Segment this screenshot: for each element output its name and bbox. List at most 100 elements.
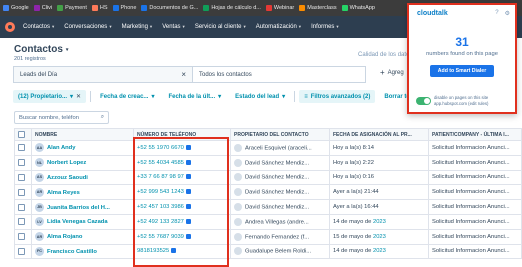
close-icon[interactable]: ×: [181, 70, 186, 79]
avatar: FC: [35, 246, 44, 256]
table-header-row: NOMBRE NÚMERO DE TELÉFONO PROPIETARIO DE…: [14, 128, 522, 141]
advanced-filters-button[interactable]: ≡ Filtros avanzados (2): [299, 90, 376, 103]
nav-item[interactable]: Ventas ▾: [162, 24, 185, 30]
nav-item[interactable]: Conversaciones ▾: [64, 24, 111, 30]
bookmark-icon: [265, 5, 272, 11]
row-select-cell: [14, 169, 32, 186]
row-checkbox[interactable]: [18, 173, 25, 181]
chevron-down-icon: ▾: [282, 94, 286, 100]
help-icon[interactable]: ?: [495, 10, 498, 17]
data-quality-link[interactable]: Calidad de los datos: [358, 52, 412, 58]
column-header-name[interactable]: NOMBRE: [31, 128, 134, 141]
nav-item[interactable]: Servicio al cliente ▾: [195, 24, 246, 30]
row-checkbox[interactable]: [18, 188, 25, 196]
assignment-date-cell: 15 de mayo de 2023: [329, 228, 429, 245]
bookmark-item[interactable]: Clivi: [33, 5, 52, 11]
bookmark-icon: [57, 5, 64, 11]
filter-last-date[interactable]: Fecha de la últ... ▾: [163, 90, 226, 103]
nav-item[interactable]: Contactos ▾: [23, 24, 54, 30]
hubspot-logo-icon[interactable]: [5, 22, 15, 32]
search-input[interactable]: Buscar nombre, teléfon ⌕: [14, 111, 109, 124]
disable-toggle[interactable]: [416, 96, 431, 105]
assignment-date-cell: 14 de mayo de 2023: [329, 243, 429, 260]
filter-owner[interactable]: (12) Propietario... ▾ ✕: [13, 90, 87, 103]
table-row[interactable]: JB Juanita Barrios del H... +52 457 103 39…: [14, 199, 522, 215]
tab-leads-del-dia[interactable]: Leads del Día ×: [13, 66, 193, 83]
owner-name: David Sánchez Mendiz...: [245, 160, 310, 167]
owner-cell: David Sánchez Mendiz...: [230, 199, 330, 215]
page-title[interactable]: Contactos ▾: [14, 44, 68, 55]
table-row[interactable]: AA Alan Andy +52 55 1970 6670 Araceli Esqui…: [14, 140, 522, 156]
contact-name-link[interactable]: Francisco Castillo: [47, 249, 97, 255]
bookmark-item[interactable]: Webinar: [265, 5, 294, 11]
filter-lead-status[interactable]: Estado del lead ▾: [230, 90, 290, 103]
row-checkbox[interactable]: [18, 218, 25, 226]
owner-cell: David Sánchez Mendiz...: [230, 169, 330, 186]
assignment-date-cell: Hoy a la(s) 0:16: [329, 169, 429, 186]
bookmark-item[interactable]: Phone: [112, 5, 136, 11]
contact-name-link[interactable]: Juanita Barrios del H...: [47, 205, 110, 211]
contact-name-link[interactable]: Norbert Lopez: [47, 160, 86, 166]
select-all-cell: [14, 128, 32, 141]
assignment-date: 14 de mayo de: [333, 248, 372, 255]
contact-name-link[interactable]: Azzouz Saoudi: [47, 175, 88, 181]
avatar: NL: [35, 158, 44, 168]
nav-item[interactable]: Marketing ▾: [122, 24, 153, 30]
owner-name: David Sánchez Mendiz...: [245, 175, 310, 182]
select-all-checkbox[interactable]: [18, 131, 25, 138]
table-row[interactable]: AS Azzouz Saoudi +33 7 66 87 98 97 David Sá…: [14, 169, 522, 186]
contact-name-link[interactable]: Alma Rojano: [47, 234, 82, 240]
cloudtalk-header: cloudtalk ? ⚙: [409, 5, 515, 22]
cloudtalk-extension-popup: cloudtalk ? ⚙ 31 numbers found on this p…: [407, 3, 517, 114]
last-interaction: Solicitud Informacion Anunci...: [432, 159, 510, 166]
cloudtalk-logo: cloudtalk: [417, 10, 448, 17]
bookmark-item[interactable]: WhatsApp: [341, 5, 375, 11]
last-interaction-cell: Solicitud Informacion Anunci...: [428, 228, 522, 245]
add-to-smart-dialer-button[interactable]: Add to Smart Dialer: [430, 65, 494, 77]
row-checkbox[interactable]: [18, 247, 25, 255]
last-interaction-cell: Solicitud Informacion Anunci...: [428, 243, 522, 260]
bookmark-item[interactable]: Masterclass: [299, 5, 337, 11]
contact-name-link[interactable]: Alan Andy: [47, 145, 75, 151]
contact-name-link[interactable]: Lidia Venegas Cazada: [47, 219, 108, 225]
owner-cell: Andrea Villegas (andre...: [230, 213, 330, 230]
bookmark-item[interactable]: Payment: [57, 5, 87, 11]
nav-item[interactable]: Automatización ▾: [256, 24, 301, 30]
add-view-button[interactable]: + Agreg: [380, 68, 404, 77]
nav-item[interactable]: Informes ▾: [311, 24, 339, 30]
column-header-last-interaction[interactable]: PATIENT/COMPANY - ÚLTIMA I...: [428, 128, 522, 141]
table-row[interactable]: AR Alma Rojano +52 55 7687 9039 Fernando Fe…: [14, 228, 522, 245]
row-select-cell: [14, 154, 32, 171]
contact-name-link[interactable]: Alma Reyes: [47, 190, 80, 196]
table-row[interactable]: AR Alma Reyes +52 999 543 1243 David Sánche…: [14, 184, 522, 201]
chevron-down-icon: ▾: [336, 24, 339, 29]
column-header-assignment-date[interactable]: FECHA DE ASIGNACIÓN AL PR...: [329, 128, 429, 141]
column-header-owner[interactable]: PROPIETARIO DEL CONTACTO: [230, 128, 330, 141]
owner-name: David Sánchez Mendiz...: [245, 204, 310, 211]
row-checkbox[interactable]: [18, 159, 25, 167]
gear-icon[interactable]: ⚙: [505, 10, 510, 17]
bookmark-item[interactable]: Hojas de cálculo d...: [203, 5, 261, 11]
table-row[interactable]: NL Norbert Lopez +52 55 4034 4585 David Sán…: [14, 154, 522, 171]
row-checkbox[interactable]: [18, 203, 25, 211]
site-rules-link[interactable]: app.hubspot.com (edit rules): [434, 101, 488, 106]
row-select-cell: [14, 213, 32, 230]
tab-todos-los-contactos[interactable]: Todos los contactos: [193, 66, 366, 83]
avatar: AA: [35, 143, 44, 153]
last-interaction-cell: Solicitud Informacion Anunci...: [428, 199, 522, 215]
close-icon[interactable]: ✕: [76, 93, 81, 100]
filter-created-date[interactable]: Fecha de creac... ▾: [95, 90, 159, 103]
row-checkbox[interactable]: [18, 144, 25, 152]
row-checkbox[interactable]: [18, 233, 25, 241]
table-row[interactable]: FC Francisco Castillo 9818193525 Guadalupe …: [14, 243, 522, 260]
row-select-cell: [14, 140, 32, 156]
bookmark-item[interactable]: Google: [3, 5, 29, 11]
bookmark-item[interactable]: HS: [91, 5, 108, 11]
owner-cell: Guadalupe Belem Roldi...: [230, 243, 330, 260]
assignment-date-cell: Hoy a la(s) 8:14: [329, 140, 429, 156]
chevron-down-icon: ▾: [243, 24, 246, 29]
last-interaction: Solicitud Informacion Anunci...: [432, 233, 510, 240]
bookmark-item[interactable]: Documentos de G...: [141, 5, 198, 11]
table-row[interactable]: LV Lidia Venegas Cazada +52 492 133 2827 An…: [14, 213, 522, 230]
bookmark-icon: [33, 5, 40, 11]
